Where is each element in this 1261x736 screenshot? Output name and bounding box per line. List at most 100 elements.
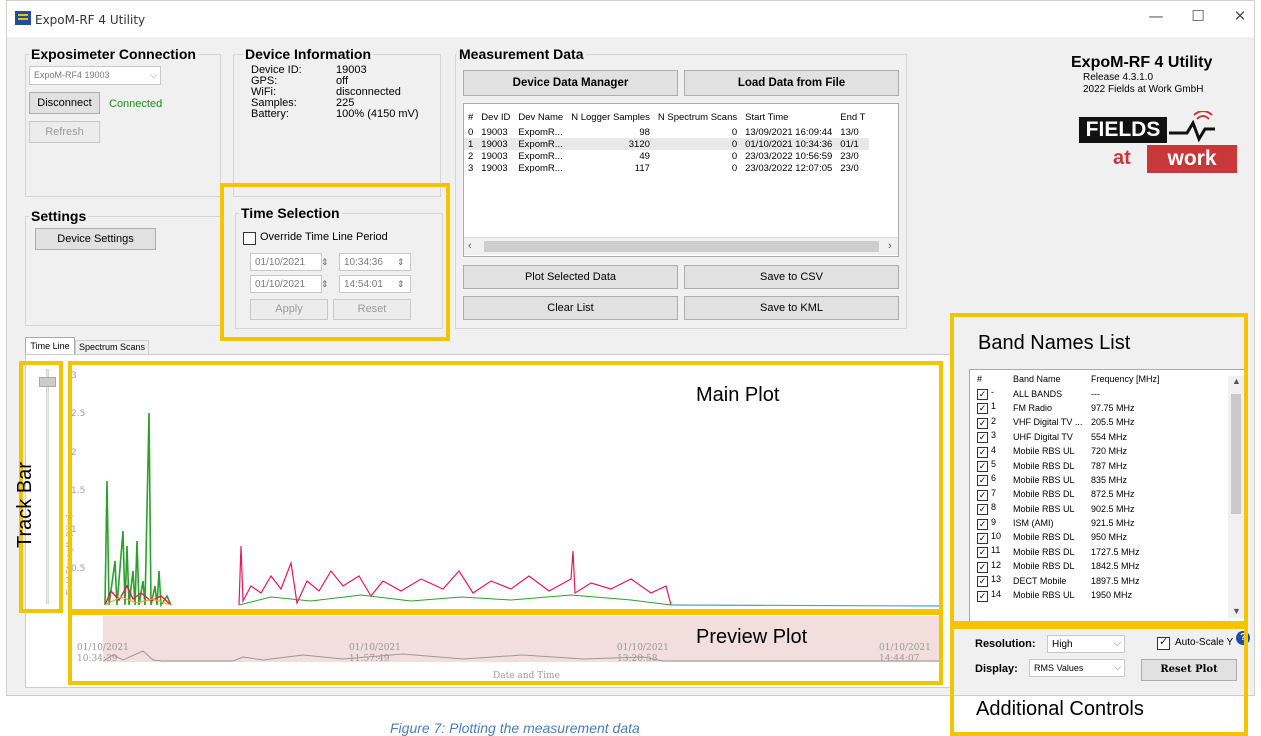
band-checkbox[interactable]: ✓ [977,547,988,559]
band-row[interactable]: ✓ 10 Mobile RBS DL 950 MHz [974,530,1163,544]
minimize-icon[interactable]: — [1141,7,1171,27]
brand-release: Release 4.3.1.0 [1083,72,1154,83]
band-name: Mobile RBS DL [1013,532,1075,543]
band-row[interactable]: ✓ 3 UHF Digital TV 554 MHz [974,430,1163,444]
band-row[interactable]: ✓ 7 Mobile RBS DL 872.5 MHz [974,487,1163,501]
table-row[interactable]: 2 19003 ExpomR... 49 0 23/03/2022 10:56:59 23/… [464,150,869,162]
band-row[interactable]: ✓ 13 DECT Mobile 1897.5 MHz [974,573,1163,588]
scroll-right-icon[interactable]: › [888,240,892,252]
band-row[interactable]: ✓ 8 Mobile RBS UL 902.5 MHz [974,502,1163,516]
resolution-select[interactable]: High ⌵ [1047,635,1125,653]
band-frequency: 1950 MHz [1091,590,1133,601]
band-checkbox[interactable]: ✓ [977,576,988,588]
end-date-spinner-icon[interactable]: ⇕ [321,279,329,290]
band-number: 11 [991,545,1001,556]
band-row[interactable]: ✓ 5 Mobile RBS DL 787 MHz [974,458,1163,473]
clear-list-button[interactable]: Clear List [463,296,678,320]
band-number: 6 [991,473,997,484]
band-names-list[interactable]: # Band Name Frequency [MHz] ✓ - ALL BANDS --- ✓… [969,369,1245,623]
refresh-button[interactable]: Refresh [29,121,100,143]
track-bar-thumb[interactable] [39,377,56,387]
band-checkbox[interactable]: ✓ [977,532,988,544]
band-checkbox[interactable]: ✓ [977,461,988,473]
band-checkbox[interactable]: ✓ [977,518,988,530]
band-row[interactable]: ✓ 6 Mobile RBS UL 835 MHz [974,473,1163,487]
band-row[interactable]: ✓ 11 Mobile RBS DL 1727.5 MHz [974,545,1163,559]
tab-spectrum-scans[interactable]: Spectrum Scans [75,340,149,354]
column-header[interactable]: End T [836,111,869,123]
column-header[interactable]: Start Time [741,111,836,123]
band-row[interactable]: ✓ 12 Mobile RBS DL 1842.5 MHz [974,559,1163,573]
device-settings-button[interactable]: Device Settings [35,228,156,250]
save-to-kml-button[interactable]: Save to KML [684,296,899,320]
connection-status: Connected [109,98,163,110]
scroll-up-icon[interactable]: ▲ [1232,376,1241,386]
band-row[interactable]: ✓ 4 Mobile RBS UL 720 MHz [974,444,1163,458]
tab-time-line[interactable]: Time Line [25,337,75,354]
column-header[interactable]: N Logger Samples [567,111,654,123]
plot-selected-data-button[interactable]: Plot Selected Data [463,265,678,289]
band-checkbox[interactable]: ✓ [977,432,988,444]
end-date-field[interactable]: 01/10/2021 [250,275,322,293]
band-checkbox[interactable]: ✓ [977,504,988,516]
band-checkbox[interactable]: ✓ [977,417,988,429]
fields-at-work-logo: FIELDS at work [1079,111,1239,175]
band-list-scrollbar[interactable]: ▲ ▼ [1228,376,1244,618]
column-header[interactable]: N Spectrum Scans [654,111,741,123]
track-bar[interactable] [37,369,59,609]
preview-plot[interactable]: 01/10/2021 10:34:39 01/10/2021 11:57:49 01/1… [73,613,945,683]
apply-button[interactable]: Apply [250,299,328,320]
device-select[interactable]: ExpoM-RF4 19003 ⌵ [29,66,161,85]
band-row[interactable]: ✓ 14 Mobile RBS UL 1950 MHz [974,588,1163,602]
table-row[interactable]: 1 19003 ExpomR... 3120 0 01/10/2021 10:34:36 0… [464,138,870,150]
start-time-spinner-icon[interactable]: ⇕ [397,257,405,268]
auto-scale-checkbox[interactable] [1157,635,1170,650]
preview-tick-label: 01/10/2021 10:34:39 [77,643,129,665]
device-data-manager-button[interactable]: Device Data Manager [463,70,678,96]
scroll-down-icon[interactable]: ▼ [1232,606,1241,616]
band-column-header[interactable]: Frequency [MHz] [1088,372,1163,386]
table-row[interactable]: 0 19003 ExpomR... 98 0 13/09/2021 16:09:44 13/… [464,126,869,138]
band-checkbox[interactable]: ✓ [977,475,988,487]
reset-button[interactable]: Reset [333,299,411,320]
start-date-field[interactable]: 01/10/2021 [250,253,322,271]
band-scrollbar-thumb[interactable] [1231,394,1241,514]
band-row[interactable]: ✓ 1 FM Radio 97.75 MHz [974,401,1163,415]
band-checkbox[interactable]: ✓ [977,446,988,458]
signal-wave-icon [1169,111,1215,143]
end-time-spinner-icon[interactable]: ⇕ [397,279,405,290]
band-checkbox[interactable]: ✓ [977,389,988,401]
band-checkbox[interactable]: ✓ [977,489,988,501]
annotation-additional-controls: Additional Controls [976,698,1144,720]
maximize-icon[interactable]: ☐ [1183,7,1213,27]
series-line [104,412,172,608]
band-checkbox[interactable]: ✓ [977,590,988,602]
load-data-from-file-button[interactable]: Load Data from File [684,70,899,96]
band-row[interactable]: ✓ 9 ISM (AMI) 921.5 MHz [974,516,1163,530]
override-time-checkbox[interactable] [243,232,256,245]
band-column-header[interactable]: Band Name [1010,372,1088,386]
column-header[interactable]: Dev ID [477,111,514,123]
help-icon[interactable]: ? [1236,631,1250,645]
band-checkbox[interactable]: ✓ [977,561,988,573]
column-header[interactable]: Dev Name [514,111,567,123]
band-row[interactable]: ✓ - ALL BANDS --- [974,386,1163,401]
display-value: RMS Values [1034,663,1084,673]
table-row[interactable]: 3 19003 ExpomR... 117 0 23/03/2022 12:07:05 23… [464,162,869,174]
band-checkbox[interactable]: ✓ [977,403,988,415]
close-icon[interactable]: ✕ [1225,7,1255,27]
display-select[interactable]: RMS Values ⌵ [1029,659,1125,677]
column-header[interactable]: # [464,111,477,123]
main-plot[interactable]: 3 2.5 2 1.5 1 0.5 Field Strength [V/m] [65,371,943,611]
band-column-header[interactable]: # [974,372,1010,386]
scroll-left-icon[interactable]: ‹ [468,240,472,252]
band-row[interactable]: ✓ 2 VHF Digital TV ... 205.5 MHz [974,415,1163,429]
disconnect-button[interactable]: Disconnect [29,92,100,114]
scrollbar-thumb[interactable] [484,241,879,252]
start-date-spinner-icon[interactable]: ⇕ [321,257,329,268]
measurement-list[interactable]: # Dev ID Dev Name N Logger Samples N Spectru… [463,103,899,257]
save-to-csv-button[interactable]: Save to CSV [684,265,899,289]
horizontal-scrollbar[interactable]: ‹ › [464,237,898,255]
band-number: 1 [991,401,997,412]
reset-plot-button[interactable]: Reset Plot [1141,659,1237,681]
